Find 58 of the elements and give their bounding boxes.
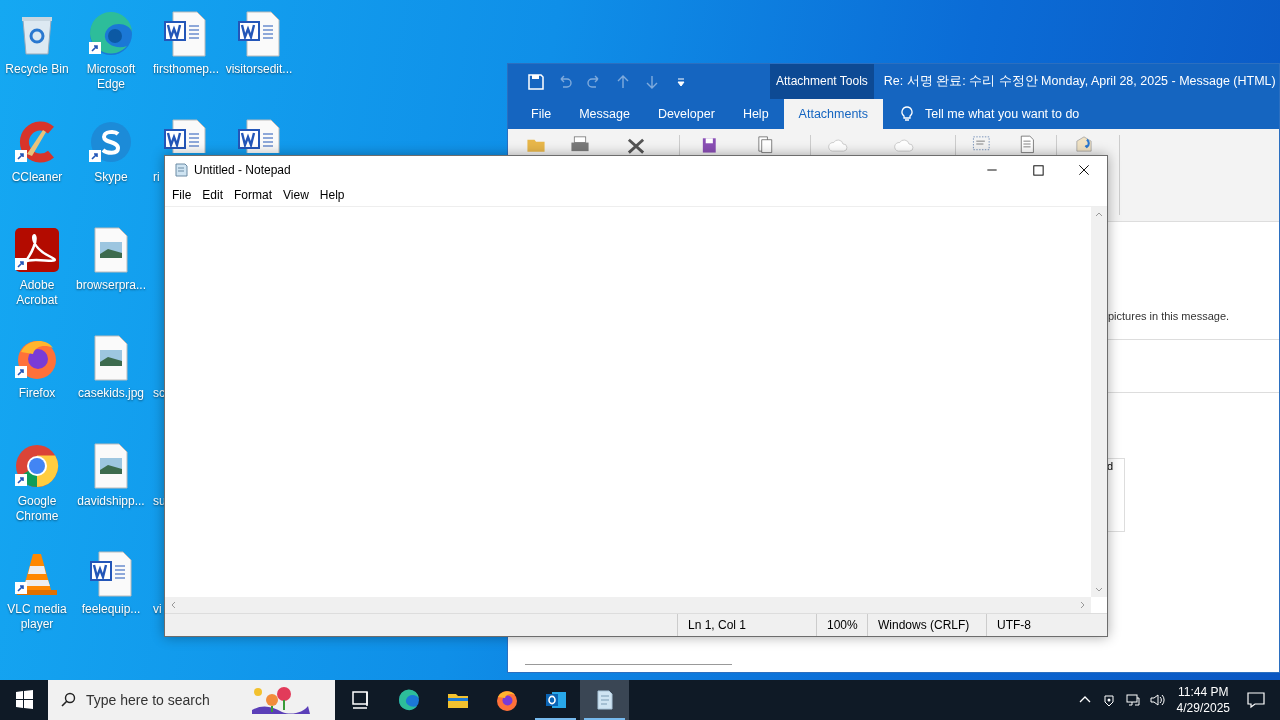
word-document-icon[interactable]: [87, 550, 135, 598]
search-icon: [60, 692, 76, 708]
icon-label: VLC media player: [6, 602, 68, 632]
menu-item[interactable]: Edit: [197, 184, 229, 206]
icon-label: su: [153, 494, 166, 509]
icon-label: Skype: [93, 170, 129, 185]
word-document-icon[interactable]: [235, 118, 283, 153]
ribbon-tab[interactable]: Attachments: [783, 99, 884, 129]
chrome-icon[interactable]: [13, 442, 61, 490]
menu-item[interactable]: Help: [314, 184, 350, 206]
word-document-icon[interactable]: [161, 10, 209, 58]
icon-label: browserpra...: [75, 278, 147, 293]
edge-icon[interactable]: [87, 10, 135, 58]
icon-label: Microsoft Edge: [85, 62, 137, 92]
save-icon[interactable]: [528, 73, 544, 90]
icon-label: casekids.jpg: [76, 386, 145, 401]
icon-label: vi: [153, 602, 162, 617]
ribbon-tab[interactable]: Developer: [644, 99, 728, 129]
word-document-icon[interactable]: [161, 118, 209, 153]
status-text: Ln 1, Col 1: [677, 614, 816, 636]
contextual-tab-label: Attachment Tools: [770, 64, 874, 99]
word-document-icon[interactable]: [235, 10, 283, 58]
window-title: Untitled - Notepad: [194, 163, 291, 177]
box-text: d: [1107, 460, 1114, 472]
icon-label: sc: [153, 386, 165, 401]
icon-label: Google Chrome: [14, 494, 60, 524]
icon-label: Firefox: [17, 386, 57, 401]
icon-label: davidshipp...: [76, 494, 146, 509]
icon-label: CCleaner: [10, 170, 64, 185]
menu-item[interactable]: File: [167, 184, 197, 206]
firefox-icon: [494, 688, 519, 712]
icon-label: feelequip...: [80, 602, 142, 617]
pdf-icon[interactable]: [13, 226, 61, 274]
info-bar-text: pictures in this message.: [1108, 310, 1230, 322]
taskbar-app-button[interactable]: [580, 680, 629, 720]
ribbon-tab[interactable]: Help: [729, 99, 782, 129]
clock[interactable]: 11:44 PM 4/29/2025: [1168, 684, 1238, 716]
volume-icon[interactable]: [1148, 692, 1165, 708]
notification-icon[interactable]: [1246, 690, 1266, 710]
window-title: Re: 서명 완료: 수리 수정안 Monday, April 28, 2025 - Message (HTML): [883, 73, 1276, 90]
edge-icon: [396, 688, 421, 712]
icon-label: firsthomep...: [153, 62, 220, 77]
ribbon-tab[interactable]: Message: [566, 99, 643, 129]
status-text: UTF-8: [986, 614, 1107, 636]
status-text: Windows (CRLF): [867, 614, 986, 636]
menu-item[interactable]: Format: [229, 184, 278, 206]
menu-item[interactable]: View: [278, 184, 314, 206]
status-text: 100%: [816, 614, 867, 636]
network-icon[interactable]: [1124, 692, 1141, 708]
notepad-icon: [173, 162, 189, 178]
icon-label: visitorsedit...: [224, 62, 294, 77]
icon-label: Recycle Bin: [4, 62, 70, 77]
icon-label: ri: [153, 170, 160, 185]
lightbulb-icon[interactable]: [899, 106, 916, 122]
ribbon-tab[interactable]: File: [518, 99, 565, 129]
icon-label: Adobe Acrobat: [15, 278, 59, 308]
tell-me-field[interactable]: Tell me what you want to do: [925, 107, 1080, 121]
search-field[interactable]: Type here to search: [86, 692, 236, 708]
